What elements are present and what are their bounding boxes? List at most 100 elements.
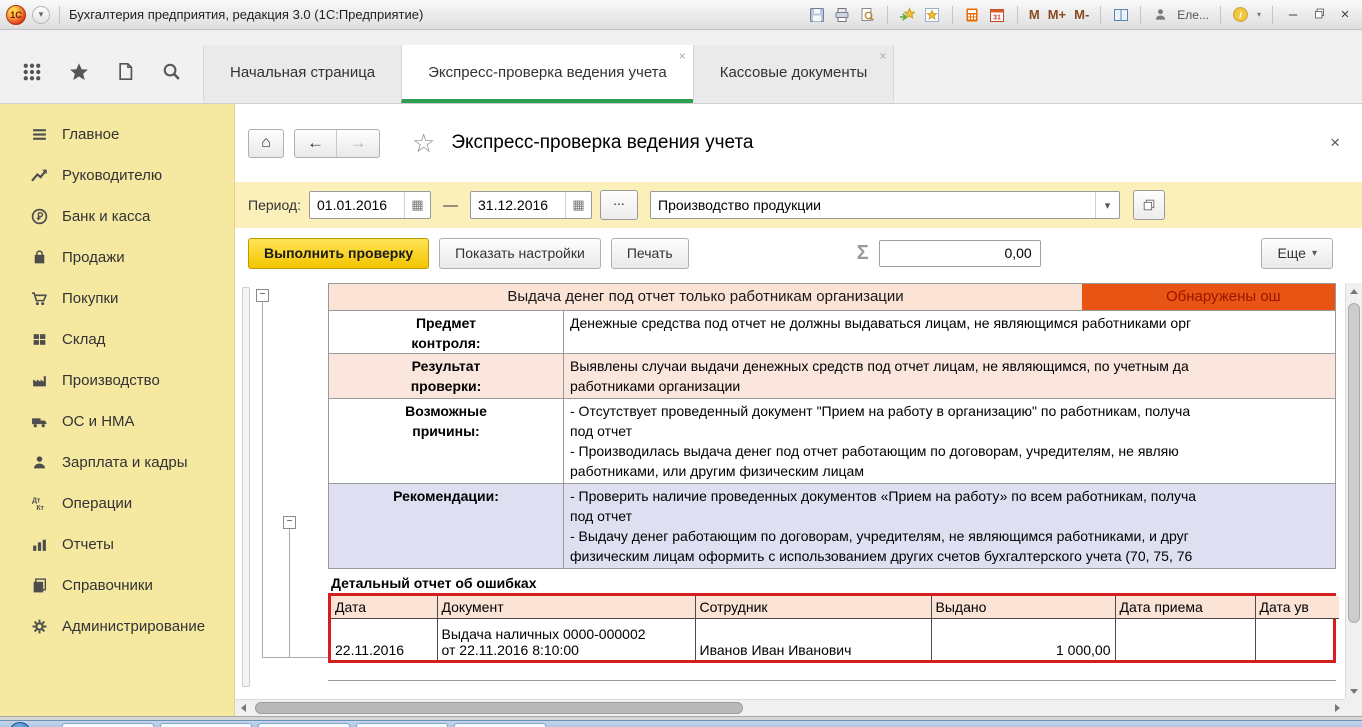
- taskbar-button[interactable]: [62, 723, 154, 727]
- history-nav: ← →: [294, 129, 380, 158]
- favorites-star-icon[interactable]: [69, 62, 89, 87]
- section-sidebar: ГлавноеРуководителюБанк и кассаПродажиПо…: [0, 104, 235, 716]
- sidebar-item-label: ОС и НМА: [62, 413, 135, 430]
- calendar-picker-icon[interactable]: ▦: [404, 192, 430, 218]
- tab-close-icon[interactable]: ×: [879, 50, 886, 62]
- sidebar-item[interactable]: Отчеты: [0, 524, 234, 565]
- check-selector-combo[interactable]: Производство продукции ▾: [650, 191, 1120, 219]
- truck-icon: [30, 413, 48, 430]
- back-icon[interactable]: ←: [295, 130, 337, 157]
- add-favorite-icon[interactable]: [899, 6, 916, 23]
- calendar-picker-icon[interactable]: ▦: [565, 192, 591, 218]
- check-status-badge[interactable]: Обнаружены ош: [1082, 284, 1335, 310]
- calculator-icon[interactable]: [964, 6, 981, 23]
- sidebar-item[interactable]: Производство: [0, 360, 234, 401]
- period-to-value[interactable]: 31.12.2016: [471, 192, 565, 218]
- divider: [952, 6, 953, 24]
- home-button[interactable]: ⌂: [248, 129, 284, 158]
- info-icon[interactable]: i: [1232, 6, 1249, 23]
- sidebar-item[interactable]: Руководителю: [0, 155, 234, 196]
- search-icon[interactable]: [162, 62, 181, 86]
- chevron-down-icon[interactable]: ▾: [1095, 192, 1119, 218]
- taskbar-button[interactable]: [160, 723, 252, 727]
- minimize-button[interactable]: –: [1284, 7, 1302, 22]
- scroll-up-arrow[interactable]: [1346, 283, 1362, 299]
- print-icon[interactable]: [834, 6, 851, 23]
- split-window-icon[interactable]: [1112, 6, 1129, 23]
- memory-recall-button[interactable]: M: [1029, 7, 1040, 22]
- calendar-icon[interactable]: 31: [989, 6, 1006, 23]
- report-pane: Выдача денег под отчет только работникам…: [328, 283, 1336, 681]
- period-to-field[interactable]: 31.12.2016 ▦: [470, 191, 592, 219]
- taskbar-button[interactable]: [258, 723, 350, 727]
- scroll-right-arrow[interactable]: [1329, 700, 1345, 716]
- history-icon[interactable]: [116, 62, 135, 86]
- gear-icon: [30, 618, 48, 635]
- print-button[interactable]: Печать: [611, 238, 689, 269]
- start-button[interactable]: [9, 722, 31, 727]
- favorites-icon[interactable]: [924, 6, 941, 23]
- collapse-expander[interactable]: −: [283, 516, 296, 529]
- sidebar-item[interactable]: Покупки: [0, 278, 234, 319]
- tab[interactable]: Экспресс-проверка ведения учета×: [401, 45, 693, 103]
- tab[interactable]: Начальная страница: [203, 45, 401, 103]
- report-row-value: Выявлены случаи выдачи денежных средств …: [564, 354, 1335, 398]
- print-preview-icon[interactable]: [859, 6, 876, 23]
- period-from-field[interactable]: 01.01.2016 ▦: [309, 191, 431, 219]
- horizontal-scrollbar[interactable]: [235, 699, 1345, 716]
- memory-add-button[interactable]: M+: [1048, 7, 1066, 22]
- sum-field[interactable]: 0,00: [879, 240, 1041, 267]
- sidebar-item[interactable]: Справочники: [0, 565, 234, 606]
- sidebar-item[interactable]: Банк и касса: [0, 196, 234, 237]
- chevron-down-icon: ▾: [1312, 248, 1317, 259]
- collapse-expander[interactable]: −: [256, 289, 269, 302]
- period-from-value[interactable]: 01.01.2016: [310, 192, 404, 218]
- sidebar-item[interactable]: Администрирование: [0, 606, 234, 647]
- restore-button[interactable]: [1310, 7, 1328, 23]
- vertical-scroll-thumb[interactable]: [1348, 303, 1360, 623]
- report-row: Предметконтроля:Денежные средства под от…: [329, 311, 1335, 354]
- show-settings-button[interactable]: Показать настройки: [439, 238, 601, 269]
- sidebar-item-label: Склад: [62, 331, 105, 348]
- close-form-icon[interactable]: ×: [1330, 133, 1340, 153]
- taskbar-button[interactable]: [356, 723, 448, 727]
- sidebar-item[interactable]: ДтКтОперации: [0, 483, 234, 524]
- sidebar-item[interactable]: ОС и НМА: [0, 401, 234, 442]
- period-choose-button[interactable]: ...: [600, 190, 638, 220]
- tab-label: Кассовые документы: [720, 64, 868, 81]
- grouping-slider[interactable]: [242, 287, 250, 687]
- info-dropdown-icon[interactable]: ▾: [1257, 10, 1261, 19]
- tab-close-icon[interactable]: ×: [679, 50, 686, 62]
- check-title[interactable]: Выдача денег под отчет только работникам…: [329, 284, 1082, 310]
- svg-text:Дт: Дт: [32, 497, 41, 504]
- close-window-button[interactable]: ×: [1336, 7, 1354, 22]
- errors-table[interactable]: ДатаДокументСотрудникВыданоДата приемаДа…: [331, 596, 1339, 660]
- save-icon[interactable]: [809, 6, 826, 23]
- horizontal-scroll-thumb[interactable]: [255, 702, 743, 714]
- forward-icon[interactable]: →: [337, 130, 379, 157]
- errors-column-header: Выдано: [931, 596, 1115, 618]
- error-row[interactable]: 22.11.2016Выдача наличных 0000-000002от …: [331, 618, 1339, 660]
- vertical-scrollbar[interactable]: [1345, 283, 1362, 699]
- more-button[interactable]: Еще▾: [1261, 238, 1333, 269]
- sidebar-item[interactable]: Зарплата и кадры: [0, 442, 234, 483]
- taskbar-button[interactable]: [454, 723, 546, 727]
- scroll-down-arrow[interactable]: [1346, 683, 1362, 699]
- scroll-left-arrow[interactable]: [235, 700, 251, 716]
- sidebar-item[interactable]: Главное: [0, 114, 234, 155]
- tab[interactable]: Кассовые документы ×: [693, 45, 895, 103]
- sidebar-item[interactable]: Склад: [0, 319, 234, 360]
- cart-icon: [30, 290, 48, 307]
- report-row: Результатпроверки:Выявлены случаи выдачи…: [329, 354, 1335, 399]
- check-selector-value[interactable]: Производство продукции: [651, 192, 1095, 218]
- memory-subtract-button[interactable]: M-: [1074, 7, 1089, 22]
- main-menu-button[interactable]: ▾: [32, 6, 50, 24]
- menu-icon: [30, 126, 48, 143]
- open-list-button[interactable]: [1133, 190, 1165, 220]
- errors-column-header: Документ: [437, 596, 695, 618]
- current-user-label[interactable]: Еле...: [1177, 8, 1209, 22]
- run-check-button[interactable]: Выполнить проверку: [248, 238, 429, 269]
- favorite-toggle-icon[interactable]: ☆: [412, 130, 435, 156]
- sidebar-item[interactable]: Продажи: [0, 237, 234, 278]
- all-functions-menu-icon[interactable]: [22, 62, 42, 87]
